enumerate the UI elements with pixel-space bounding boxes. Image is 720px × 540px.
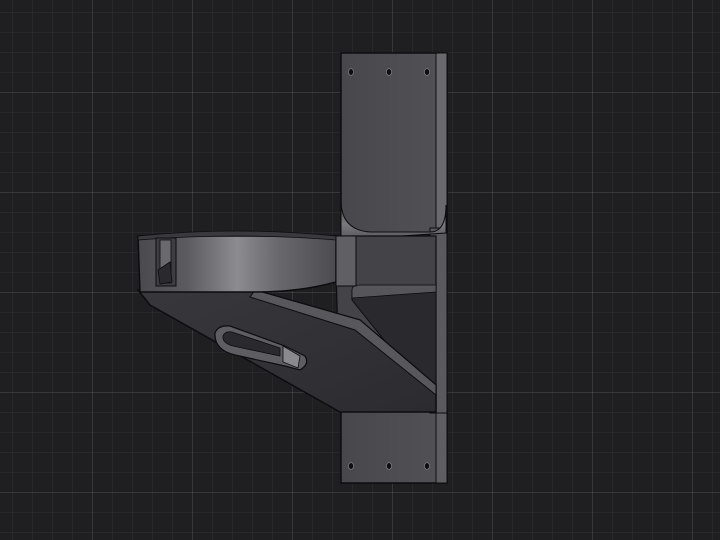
hole-icon [347,68,354,76]
hole-icon [423,462,430,470]
hole-icon [385,462,392,470]
hole-icon [385,68,392,76]
hole-icon [423,68,430,76]
cad-bracket-model[interactable] [0,0,720,540]
lower-mounting-plate[interactable] [340,407,448,484]
cylinder-slot [155,237,177,287]
3d-viewport[interactable] [0,0,720,540]
hole-icon [347,462,354,470]
upper-mounting-plate[interactable] [340,52,448,234]
